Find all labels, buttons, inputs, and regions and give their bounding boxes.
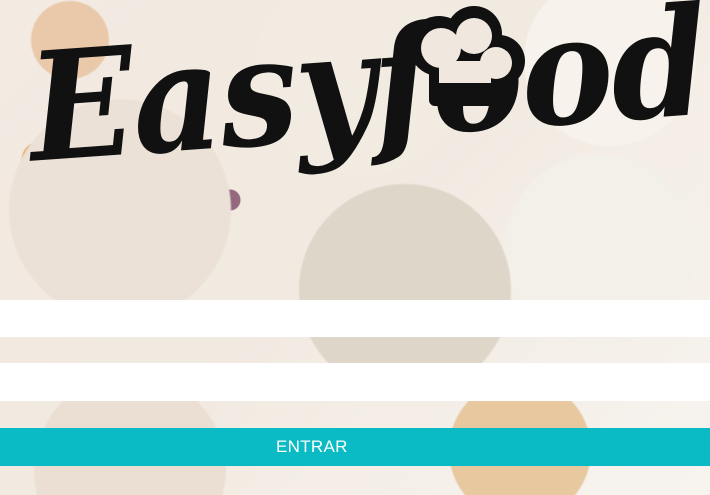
logo-wordmark: Easyfood: [23, 0, 710, 197]
easyfood-logo: Easyfood: [14, 0, 710, 291]
username-field[interactable]: [0, 300, 710, 337]
chef-hat-icon: [409, 6, 525, 106]
enter-button[interactable]: ENTRAR: [0, 428, 710, 466]
password-field[interactable]: [0, 363, 710, 401]
